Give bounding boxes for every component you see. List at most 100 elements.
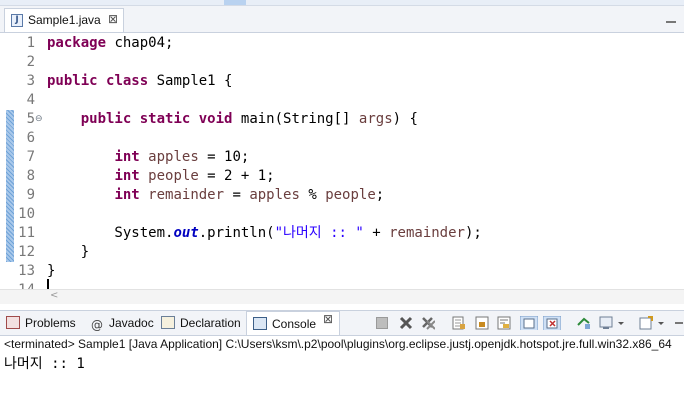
code-text: public class Sample1 { <box>47 72 232 91</box>
code-line[interactable]: 12 } <box>0 243 684 262</box>
code-editor[interactable]: 1 package chap04; 2 3 public class Sample1 {… <box>0 33 684 289</box>
show-stdout-icon[interactable] <box>520 316 538 330</box>
declaration-icon <box>161 316 175 329</box>
code-token: Sample1 { <box>148 73 233 89</box>
chevron-down-icon[interactable] <box>657 316 665 330</box>
line-number: 11 <box>18 225 35 241</box>
code-token: out <box>173 225 199 241</box>
code-line[interactable]: 2 <box>0 53 684 72</box>
toolbar-highlighted-button[interactable] <box>224 0 246 5</box>
code-line[interactable]: 14 <box>0 281 684 289</box>
line-number: 5 <box>26 111 35 127</box>
editor-tab-sample1[interactable]: J Sample1.java ⊠ <box>4 8 124 32</box>
line-number: 13 <box>18 263 35 279</box>
problems-icon <box>6 316 20 329</box>
code-token: args <box>358 111 393 127</box>
minimize-icon <box>666 21 676 23</box>
tab-problems[interactable]: Problems <box>6 311 76 335</box>
word-wrap-icon[interactable] <box>497 316 511 330</box>
code-line[interactable]: 13} <box>0 262 684 281</box>
code-line[interactable]: 8 int people = 2 + 1; <box>0 167 684 186</box>
display-console-icon[interactable] <box>599 316 613 330</box>
line-number: 12 <box>18 244 35 260</box>
code-token: int <box>114 149 140 165</box>
tab-console-label: Console <box>272 317 317 331</box>
code-token: package <box>47 35 107 51</box>
code-token: } <box>47 263 56 279</box>
open-console-icon[interactable] <box>639 316 653 330</box>
code-line[interactable]: 5 ⊖ public static void main(String[] args… <box>0 110 684 129</box>
code-token: people <box>325 187 376 203</box>
code-token: apples <box>148 149 199 165</box>
code-token: public <box>47 73 98 89</box>
line-number: 7 <box>26 149 35 165</box>
code-token: remainder <box>389 225 465 241</box>
code-token: = 10; <box>198 149 250 165</box>
code-line[interactable]: 3 public class Sample1 { <box>0 72 684 91</box>
console-status: <terminated> Sample1 [Java Application] … <box>4 337 672 351</box>
line-number: 2 <box>26 54 35 70</box>
code-text: public static void main(String[] args) { <box>47 110 418 129</box>
close-icon[interactable]: ⊠ <box>108 12 118 26</box>
console-icon <box>253 317 267 330</box>
code-text: } <box>47 243 89 262</box>
code-text: int apples = 10; <box>47 148 249 167</box>
line-number: 10 <box>18 206 35 222</box>
code-line[interactable]: 6 <box>0 129 684 148</box>
line-number: 8 <box>26 168 35 184</box>
code-line[interactable]: 1 package chap04; <box>0 34 684 53</box>
horizontal-scrollbar[interactable]: < <box>0 289 684 304</box>
code-token: .println( <box>198 225 275 241</box>
code-token: = <box>224 187 250 203</box>
tab-javadoc[interactable]: @ Javadoc <box>90 311 154 335</box>
code-token: int <box>114 187 140 203</box>
remove-launch-icon[interactable] <box>399 316 413 330</box>
window-controls[interactable] <box>664 15 680 28</box>
code-line[interactable]: 4 <box>0 91 684 110</box>
code-token: apples <box>249 187 300 203</box>
code-token: remainder <box>148 187 225 203</box>
code-text: int remainder = apples % people; <box>47 186 384 205</box>
terminate-icon[interactable] <box>376 317 388 329</box>
code-token: int <box>114 168 140 184</box>
code-token: ) { <box>392 111 418 127</box>
clear-console-icon[interactable] <box>452 316 466 330</box>
scroll-lock-icon[interactable] <box>475 316 489 330</box>
fold-collapse-icon[interactable]: ⊖ <box>35 110 43 129</box>
code-line[interactable]: 11 System.out.println("나머지 :: " + remain… <box>0 224 684 243</box>
java-file-icon: J <box>11 14 23 27</box>
line-number: 14 <box>0 281 35 289</box>
code-token: % <box>299 187 326 203</box>
code-text: System.out.println("나머지 :: " + remainder… <box>47 224 481 243</box>
tab-declaration[interactable]: Declaration <box>161 311 241 335</box>
code-token: class <box>106 73 149 89</box>
chevron-down-icon[interactable] <box>617 316 625 330</box>
code-line[interactable]: 7 int apples = 10; <box>0 148 684 167</box>
tab-console[interactable]: Console ⊠ <box>246 311 340 335</box>
minimize-icon[interactable] <box>674 316 684 330</box>
view-tab-bar: Problems @ Javadoc Declaration Console ⊠ <box>0 311 684 336</box>
code-text: int people = 2 + 1; <box>47 167 275 186</box>
code-token: ; <box>375 187 385 203</box>
remove-all-terminated-icon[interactable] <box>421 316 435 330</box>
at-icon: @ <box>91 318 103 332</box>
code-token: + <box>363 225 390 241</box>
text-cursor <box>47 279 49 289</box>
console-output[interactable]: 나머지 :: 1 <box>4 355 85 373</box>
code-line[interactable]: 10 <box>0 205 684 224</box>
code-line[interactable]: 9 int remainder = apples % people; <box>0 186 684 205</box>
editor-tab-label: Sample1.java <box>28 13 101 27</box>
code-token: public <box>80 111 132 127</box>
show-stderr-icon[interactable] <box>543 316 561 330</box>
code-token: = 2 + 1; <box>198 168 275 184</box>
close-icon[interactable]: ⊠ <box>323 312 333 326</box>
scroll-left-icon[interactable]: < <box>50 290 58 301</box>
code-token: } <box>47 244 90 260</box>
pin-console-icon[interactable] <box>576 316 592 330</box>
